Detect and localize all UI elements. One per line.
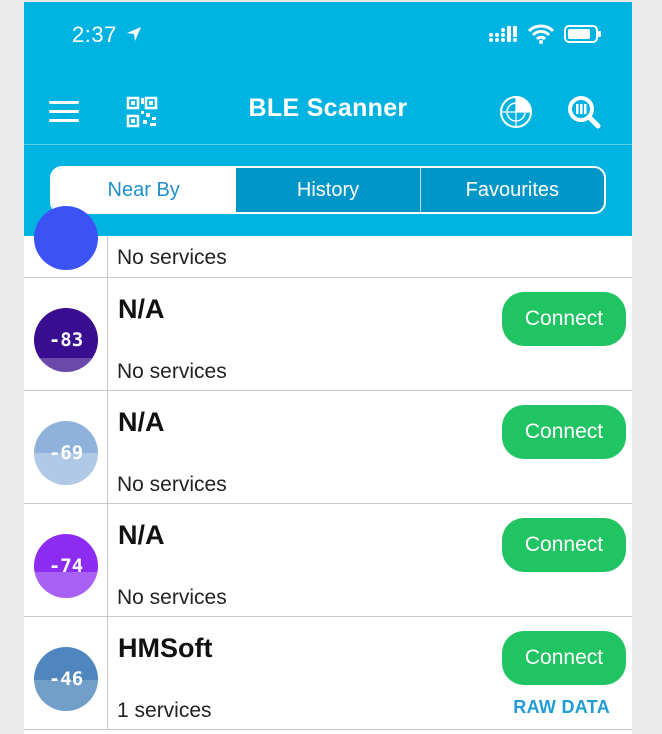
connect-button[interactable]: Connect — [502, 292, 626, 346]
status-time: 2:37 — [72, 22, 143, 48]
rssi-badge: -83 — [34, 308, 98, 372]
services-text: No services — [117, 586, 227, 609]
row-divider — [107, 617, 108, 729]
tab-bar: Near By History Favourites — [50, 166, 606, 214]
device-name: HMSoft — [118, 633, 213, 663]
raw-data-link[interactable]: RAW DATA — [513, 697, 610, 718]
rssi-value: -46 — [48, 668, 84, 690]
device-name: N/A — [118, 407, 165, 437]
row-divider — [107, 278, 108, 390]
row-divider — [107, 391, 108, 503]
device-name: N/A — [118, 294, 165, 324]
rssi-badge: -69 — [34, 421, 98, 485]
cellular-signal-icon — [489, 26, 517, 42]
services-text: 1 services — [117, 699, 212, 722]
app-header: 2:37 BLE Scanner Near By History Favouri… — [24, 2, 632, 236]
clock-text: 2:37 — [72, 22, 117, 47]
device-row[interactable]: -83 N/A No services Connect — [24, 278, 632, 391]
services-text: No services — [117, 360, 227, 383]
wifi-icon — [528, 24, 554, 44]
rssi-badge: -74 — [34, 534, 98, 598]
row-divider — [107, 236, 108, 277]
tab-near-by[interactable]: Near By — [52, 168, 237, 212]
radar-icon[interactable] — [496, 92, 536, 132]
rssi-value: -69 — [48, 442, 84, 464]
device-row[interactable]: -74 N/A No services Connect — [24, 504, 632, 617]
connect-button[interactable]: Connect — [502, 518, 626, 572]
rssi-badge: -46 — [34, 647, 98, 711]
services-text: No services — [117, 246, 227, 269]
header-divider — [24, 144, 632, 145]
tab-favourites[interactable]: Favourites — [421, 168, 604, 212]
device-row[interactable]: -69 N/A No services Connect — [24, 391, 632, 504]
rssi-value: -83 — [48, 329, 84, 351]
rssi-value: -74 — [48, 555, 84, 577]
row-divider — [107, 504, 108, 616]
app-title: BLE Scanner — [248, 94, 408, 122]
search-icon[interactable] — [564, 92, 604, 132]
tab-history[interactable]: History — [236, 168, 421, 212]
location-arrow-icon — [127, 27, 142, 41]
battery-icon — [564, 25, 601, 43]
rssi-band — [34, 357, 98, 372]
phone-screen: 2:37 BLE Scanner Near By History Favouri… — [24, 2, 632, 734]
device-row[interactable]: -46 HMSoft 1 services Connect RAW DATA — [24, 617, 632, 730]
title-bar: BLE Scanner — [24, 88, 632, 134]
device-list[interactable]: No services -83 N/A No services Connect … — [24, 206, 632, 730]
device-row[interactable]: No services — [24, 206, 632, 278]
connect-button[interactable]: Connect — [502, 405, 626, 459]
connect-button[interactable]: Connect — [502, 631, 626, 685]
services-text: No services — [117, 473, 227, 496]
status-indicators — [488, 24, 602, 44]
device-name: N/A — [118, 520, 165, 550]
rssi-badge — [34, 206, 98, 270]
